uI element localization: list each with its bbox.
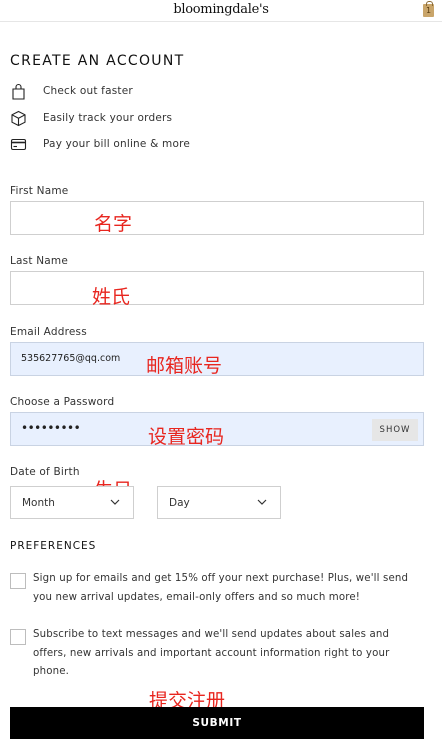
- shopping-bag-icon: [12, 83, 25, 100]
- email-optin-label: Sign up for emails and get 15% off your …: [33, 573, 409, 603]
- last-name-input[interactable]: [10, 271, 424, 305]
- password-label: Choose a Password: [10, 396, 115, 408]
- annotation-email: 邮箱账号: [146, 355, 223, 377]
- shopping-bag-icon[interactable]: 1: [423, 1, 434, 17]
- top-bar: bloomingdale's 1: [0, 0, 442, 22]
- sms-optin-checkbox[interactable]: [10, 629, 26, 645]
- package-icon: [11, 110, 26, 126]
- annotation-password: 设置密码: [148, 426, 225, 448]
- chevron-down-icon: [257, 499, 267, 505]
- preferences-title: PREFERENCES: [10, 540, 97, 552]
- first-name-input[interactable]: [10, 201, 424, 235]
- page-title: CREATE AN ACCOUNT: [10, 53, 185, 69]
- email-optin-checkbox[interactable]: [10, 573, 26, 589]
- benefit-track: Easily track your orders: [10, 108, 172, 128]
- chevron-down-icon: [110, 499, 120, 505]
- email-label: Email Address: [10, 326, 87, 338]
- annotation-first-name: 名字: [94, 213, 133, 235]
- day-select-value: Day: [169, 497, 190, 509]
- submit-button[interactable]: SUBMIT: [10, 707, 424, 739]
- email-value: 535627765@qq.com: [21, 353, 121, 364]
- brand-logo[interactable]: bloomingdale's: [0, 2, 442, 17]
- benefit-label: Check out faster: [43, 85, 133, 97]
- annotation-last-name: 姓氏: [92, 286, 131, 308]
- benefit-label: Easily track your orders: [43, 112, 173, 124]
- month-select[interactable]: Month: [10, 486, 134, 519]
- first-name-label: First Name: [10, 185, 69, 197]
- benefit-checkout: Check out faster: [10, 81, 133, 101]
- credit-card-icon: [10, 138, 27, 150]
- show-password-button[interactable]: SHOW: [372, 419, 418, 441]
- bag-count: 1: [425, 6, 432, 15]
- sms-optin-label: Subscribe to text messages and we'll sen…: [33, 629, 390, 677]
- last-name-label: Last Name: [10, 255, 68, 267]
- benefit-label: Pay your bill online & more: [43, 138, 191, 150]
- month-select-value: Month: [22, 497, 55, 509]
- password-value: •••••••••: [21, 421, 81, 435]
- dob-label: Date of Birth: [10, 466, 80, 478]
- day-select[interactable]: Day: [157, 486, 281, 519]
- benefit-pay: Pay your bill online & more: [10, 134, 190, 154]
